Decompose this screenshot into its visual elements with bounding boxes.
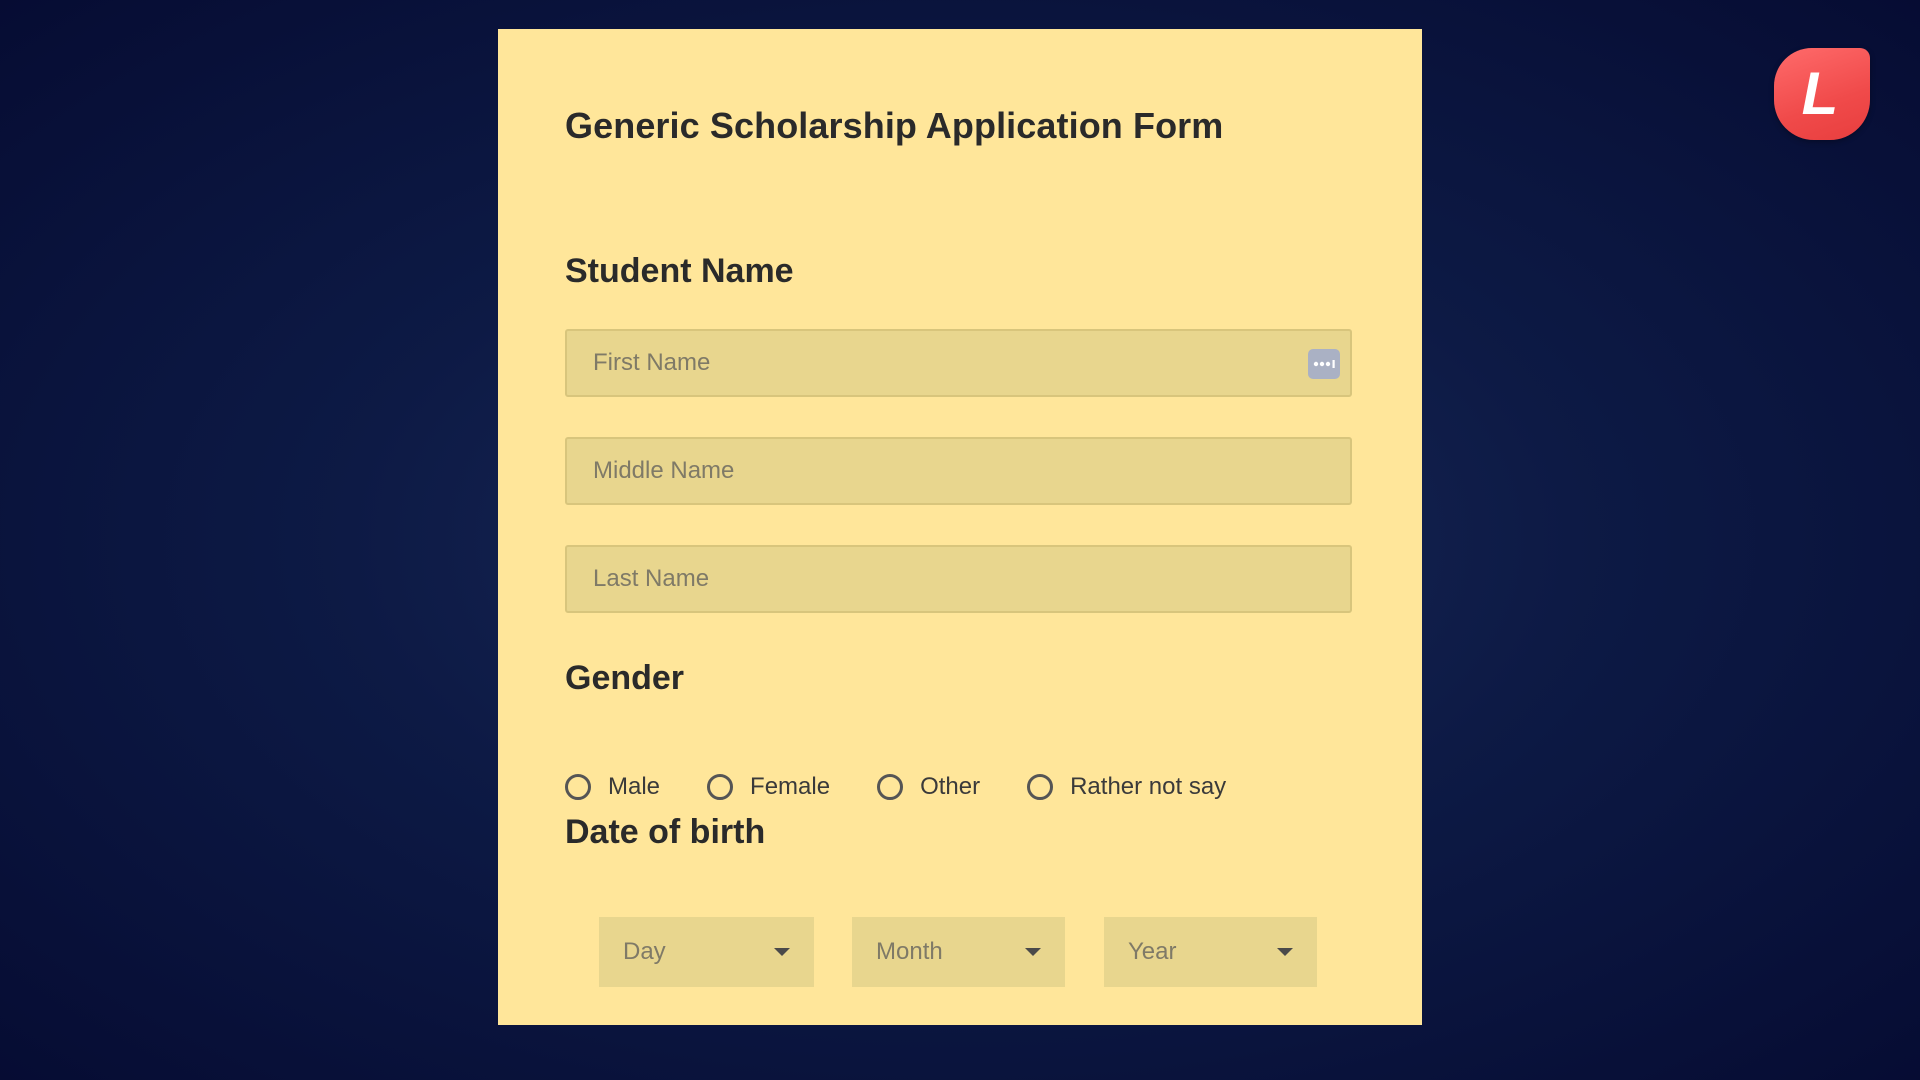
radio-label-other: Other (920, 773, 981, 800)
month-select[interactable]: Month (852, 917, 1065, 987)
gender-option-rather-not-say[interactable]: Rather not say (1027, 773, 1226, 801)
first-name-input[interactable] (565, 329, 1352, 397)
gender-option-female[interactable]: Female (707, 773, 830, 801)
gender-option-male[interactable]: Male (565, 773, 660, 801)
day-select[interactable]: Day (599, 917, 814, 987)
gender-option-other[interactable]: Other (877, 773, 980, 801)
radio-button-other[interactable] (877, 774, 904, 800)
gender-radio-group: Male Female Other Rather not say (565, 769, 1273, 805)
autofill-dots-icon[interactable] (1308, 349, 1340, 379)
radio-button-female[interactable] (707, 774, 734, 800)
year-select-value: Year (1128, 938, 1177, 965)
radio-button-male[interactable] (565, 774, 591, 800)
radio-label-rather-not-say: Rather not say (1070, 773, 1227, 800)
brand-logo-icon: L (1774, 48, 1870, 140)
application-form-card: Generic Scholarship Application Form Stu… (498, 29, 1422, 1025)
caret-down-icon (1025, 948, 1041, 956)
radio-label-female: Female (750, 773, 831, 800)
form-title: Generic Scholarship Application Form (565, 105, 1224, 146)
year-select[interactable]: Year (1104, 917, 1317, 987)
middle-name-input[interactable] (565, 437, 1352, 505)
radio-button-rather-not-say[interactable] (1027, 774, 1054, 800)
day-select-value: Day (623, 938, 666, 965)
last-name-input[interactable] (565, 545, 1352, 613)
caret-down-icon (1277, 948, 1293, 956)
brand-logo-letter: L (1801, 60, 1839, 127)
caret-down-icon (774, 948, 790, 956)
date-of-birth-label: Date of birth (565, 813, 766, 851)
student-name-label: Student Name (565, 252, 794, 290)
gender-label: Gender (565, 659, 685, 697)
month-select-value: Month (876, 938, 943, 965)
radio-label-male: Male (608, 773, 661, 800)
